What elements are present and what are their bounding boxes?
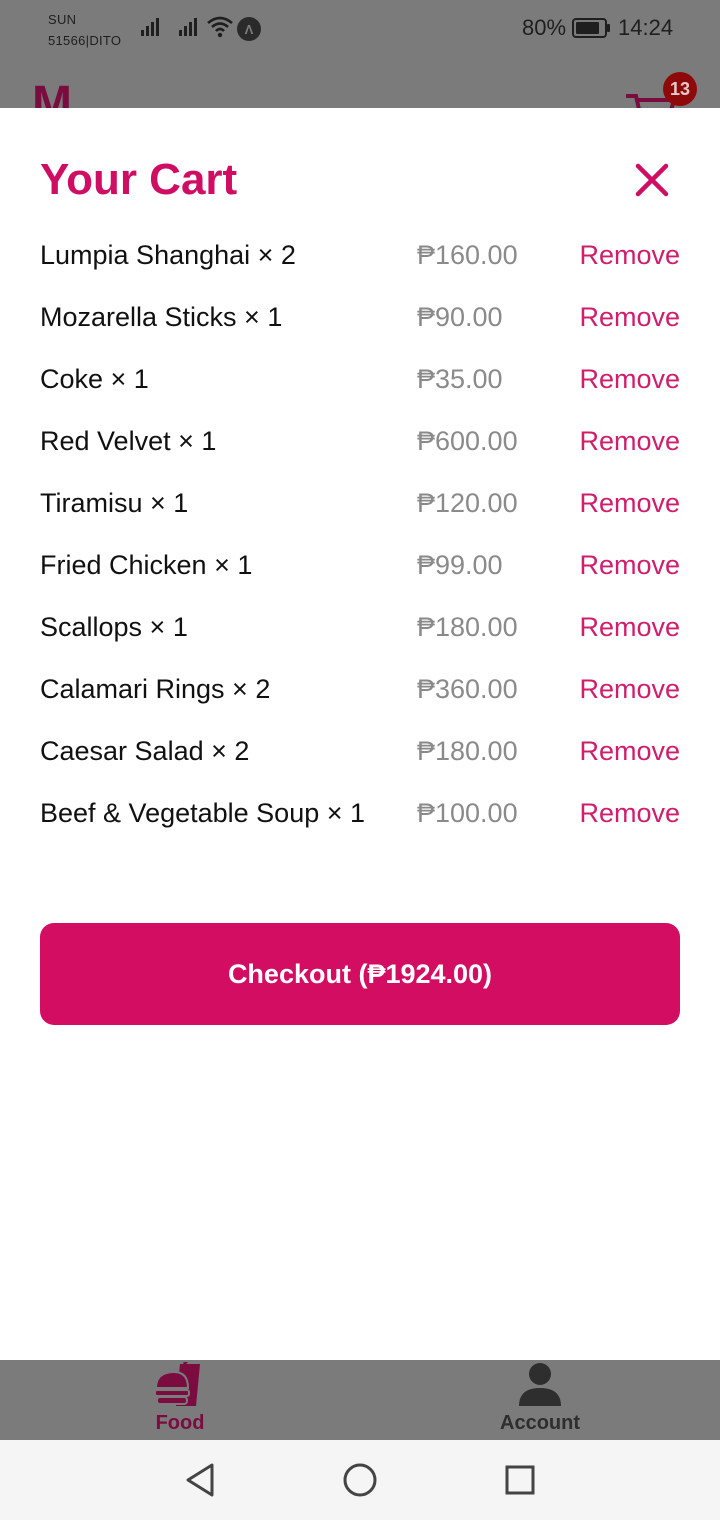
cart-item: Calamari Rings × 2 ₱360.00 Remove [40,662,680,724]
battery-icon [572,18,610,38]
item-name: Tiramisu × 1 [40,488,189,518]
remove-button[interactable]: Remove [579,736,680,767]
app-header-background: M [0,56,720,108]
cart-item: Coke × 1 ₱35.00 Remove [40,352,680,414]
item-price: ₱180.00 [417,612,518,642]
account-icon [519,1363,561,1406]
item-name: Fried Chicken × 1 [40,550,253,580]
tab-account[interactable]: Account [360,1360,720,1440]
tab-label: Account [500,1412,580,1434]
item-price: ₱90.00 [417,302,503,332]
tab-food[interactable]: Food [0,1360,360,1440]
app-notification-icon: Λ [237,17,261,41]
status-bar: SUN 51566|DITO Λ 80% 14:24 [0,0,720,56]
item-name: Mozarella Sticks × 1 [40,302,283,332]
wifi-icon [207,16,233,38]
signal-strength-secondary-icon [179,18,197,36]
item-price: ₱99.00 [417,550,503,580]
home-button[interactable] [340,1460,380,1500]
cart-item: Fried Chicken × 1 ₱99.00 Remove [40,538,680,600]
cart-item: Scallops × 1 ₱180.00 Remove [40,600,680,662]
back-triangle-icon [186,1463,214,1497]
cart-item: Beef & Vegetable Soup × 1 ₱100.00 Remove [40,786,680,848]
item-price: ₱35.00 [417,364,503,394]
close-button[interactable] [630,158,674,202]
cart-modal: Your Cart Lumpia Shanghai × 2 ₱160.00 Re… [0,108,720,1360]
cart-item: Caesar Salad × 2 ₱180.00 Remove [40,724,680,786]
back-button[interactable] [180,1460,220,1500]
cart-item: Mozarella Sticks × 1 ₱90.00 Remove [40,290,680,352]
clock: 14:24 [618,15,674,40]
tab-label: Food [155,1412,205,1434]
item-price: ₱120.00 [417,488,518,518]
item-price: ₱360.00 [417,674,518,704]
app-logo-icon: M [32,77,72,109]
remove-button[interactable]: Remove [579,364,680,395]
item-price: ₱160.00 [417,240,518,270]
home-circle-icon [343,1463,377,1497]
item-name: Calamari Rings × 2 [40,674,271,704]
item-name: Red Velvet × 1 [40,426,217,456]
cart-title: Your Cart [40,155,238,204]
system-nav-bar [0,1440,720,1520]
signal-strength-icon [141,18,159,36]
recent-apps-button[interactable] [500,1460,540,1500]
bottom-tab-bar: Food Account [0,1360,720,1440]
carrier-info: SUN 51566|DITO [48,9,121,51]
remove-button[interactable]: Remove [579,302,680,333]
cart-item: Tiramisu × 1 ₱120.00 Remove [40,476,680,538]
checkout-button[interactable]: Checkout (₱1924.00) [40,923,680,1025]
remove-button[interactable]: Remove [579,798,680,829]
cart-item-list: Lumpia Shanghai × 2 ₱160.00 Remove Mozar… [40,228,680,848]
cart-item: Red Velvet × 1 ₱600.00 Remove [40,414,680,476]
close-x-icon [635,163,669,197]
remove-button[interactable]: Remove [579,488,680,519]
item-name: Scallops × 1 [40,612,188,642]
item-price: ₱100.00 [417,798,518,828]
cart-count-badge: 13 [663,72,697,106]
item-name: Lumpia Shanghai × 2 [40,240,296,270]
recent-apps-square-icon [505,1465,535,1495]
remove-button[interactable]: Remove [579,550,680,581]
item-name: Caesar Salad × 2 [40,736,250,766]
remove-button[interactable]: Remove [579,612,680,643]
item-name: Coke × 1 [40,364,149,394]
remove-button[interactable]: Remove [579,674,680,705]
carrier-network: 51566|DITO [48,33,122,48]
item-name: Beef & Vegetable Soup × 1 [40,798,366,828]
remove-button[interactable]: Remove [579,240,680,271]
carrier-name: SUN [48,12,77,27]
remove-button[interactable]: Remove [579,426,680,457]
cart-item: Lumpia Shanghai × 2 ₱160.00 Remove [40,228,680,290]
battery-percent: 80% [522,15,567,40]
food-icon [154,1362,200,1406]
item-price: ₱600.00 [417,426,518,456]
item-price: ₱180.00 [417,736,518,766]
